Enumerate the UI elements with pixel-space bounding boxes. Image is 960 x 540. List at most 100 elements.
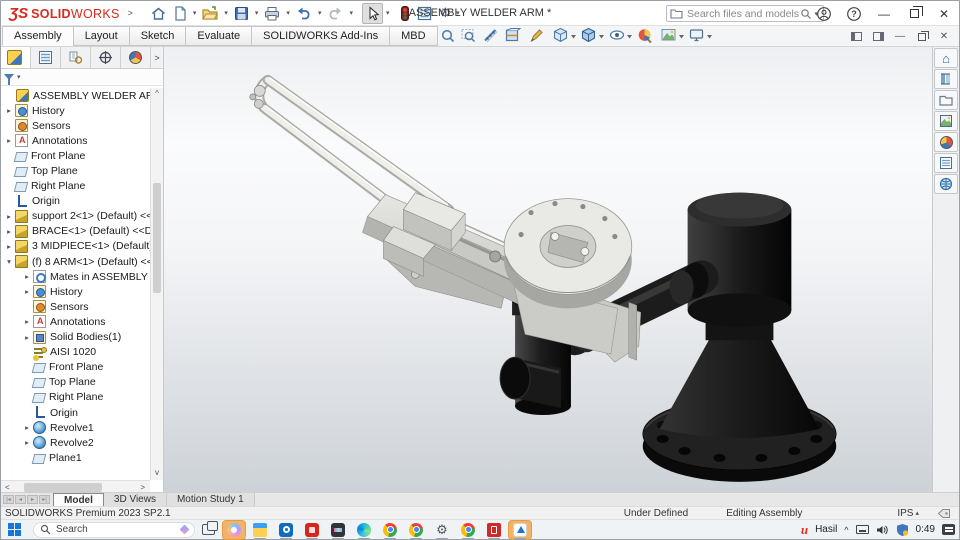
apply-scene-caret-icon[interactable]: [679, 35, 684, 39]
tray-app-logo-icon[interactable]: u: [801, 522, 808, 538]
zoom-to-fit-icon[interactable]: [441, 29, 455, 43]
taskbar-settings-button[interactable]: ⚙: [431, 521, 453, 540]
touch-keyboard-icon[interactable]: [855, 525, 869, 534]
print-button[interactable]: [261, 3, 283, 24]
collapse-right-panel-button[interactable]: [867, 27, 889, 47]
taskpane-design-library-button[interactable]: [934, 69, 958, 89]
scroll-down-icon[interactable]: v: [151, 468, 163, 480]
tab-evaluate[interactable]: Evaluate: [185, 26, 253, 46]
tree-item-right-plane-sub[interactable]: Right Plane: [1, 390, 150, 405]
tree-item-origin-sub[interactable]: Origin: [1, 405, 150, 420]
tree-item-solid-bodies[interactable]: ▸ Solid Bodies(1): [1, 330, 150, 345]
restore-button[interactable]: [899, 1, 929, 26]
hide-show-items-icon[interactable]: [609, 30, 625, 40]
taskpane-custom-properties-button[interactable]: [934, 153, 958, 173]
measure-icon[interactable]: [484, 29, 498, 43]
taskpane-file-explorer-button[interactable]: [934, 90, 958, 110]
tree-item-assembly-root[interactable]: ASSEMBLY WELDER ARM (Default): [1, 88, 150, 103]
doc-restore-button[interactable]: [911, 27, 933, 47]
taskbar-copilot-button[interactable]: [222, 519, 246, 540]
tab-scroll-buttons[interactable]: |◂ ◂ ▸ ▸|: [1, 493, 53, 506]
model-part-flange-disc[interactable]: [503, 198, 633, 309]
tree-item-front-plane[interactable]: Front Plane: [1, 148, 150, 163]
file-properties-button[interactable]: [414, 3, 435, 24]
hidden-icons-chevron-icon[interactable]: ^: [844, 525, 848, 535]
tab-sketch[interactable]: Sketch: [128, 26, 187, 46]
scroll-right-icon[interactable]: >: [140, 483, 145, 492]
tree-item-revolve2[interactable]: ▸ Revolve2: [1, 435, 150, 450]
taskbar-chrome-button[interactable]: [379, 521, 401, 540]
tab-featuremanager-tree[interactable]: [1, 47, 31, 68]
filter-caret-icon[interactable]: ▾: [17, 73, 21, 81]
print-caret-icon[interactable]: ▾: [286, 9, 290, 17]
vertical-scroll-thumb[interactable]: [153, 183, 161, 293]
close-button[interactable]: ✕: [929, 1, 959, 26]
tree-item-mates[interactable]: ▸ Mates in ASSEMBLY WELD: [1, 269, 150, 284]
undo-button[interactable]: [293, 3, 315, 24]
horizontal-scroll-thumb[interactable]: [23, 482, 102, 492]
start-button[interactable]: [3, 521, 25, 539]
expand-arrow-icon[interactable]: ▸: [4, 136, 14, 145]
tab-mbd[interactable]: MBD: [389, 26, 438, 46]
doc-minimize-button[interactable]: —: [889, 27, 911, 47]
tree-vertical-scrollbar[interactable]: ^ v: [150, 88, 163, 480]
section-view-icon[interactable]: [505, 28, 522, 42]
expand-arrow-icon[interactable]: ▸: [4, 212, 14, 221]
menu-expand-icon[interactable]: >: [128, 8, 133, 18]
tag-icon[interactable]: [937, 508, 951, 519]
expand-arrow-icon[interactable]: ▸: [4, 106, 14, 115]
view-orientation-caret-icon[interactable]: [571, 35, 576, 39]
view-toolbar-icons[interactable]: [438, 27, 730, 46]
units-caret-icon[interactable]: ▴: [915, 509, 919, 517]
account-button[interactable]: [809, 1, 839, 26]
open-button[interactable]: [199, 3, 221, 24]
scroll-up-icon[interactable]: ^: [151, 88, 163, 100]
undo-caret-icon[interactable]: ▾: [318, 9, 322, 17]
tab-propertymanager[interactable]: [31, 47, 61, 68]
expand-arrow-icon[interactable]: ▾: [4, 257, 14, 266]
units-selector[interactable]: IPS: [897, 508, 913, 519]
dynamic-annotation-icon[interactable]: [530, 29, 543, 43]
new-document-button[interactable]: [171, 3, 190, 24]
minimize-button[interactable]: —: [869, 1, 899, 26]
expand-arrow-icon[interactable]: ▸: [4, 242, 14, 251]
speaker-icon[interactable]: [876, 524, 889, 536]
task-view-button[interactable]: [197, 521, 219, 539]
tree-item-3-midpiece[interactable]: ▸ 3 MIDPIECE<1> (Default) <<D: [1, 239, 150, 254]
taskpane-home-button[interactable]: ⌂: [934, 48, 958, 68]
new-document-caret-icon[interactable]: ▾: [193, 9, 197, 17]
edit-appearance-icon[interactable]: [638, 29, 652, 44]
notification-center-icon[interactable]: [942, 524, 955, 535]
expand-arrow-icon[interactable]: ▸: [4, 227, 14, 236]
rebuild-traffic-light-icon[interactable]: [398, 3, 412, 24]
tab-solidworks-add-ins[interactable]: SOLIDWORKS Add-Ins: [251, 26, 391, 46]
taskbar-chrome-profile3-button[interactable]: [457, 521, 479, 540]
expand-arrow-icon[interactable]: ▸: [22, 317, 32, 326]
redo-caret-icon[interactable]: ▾: [349, 9, 353, 17]
tree-item-sensors[interactable]: Sensors: [1, 118, 150, 133]
help-button[interactable]: ?: [839, 1, 869, 26]
tab-model[interactable]: Model: [53, 493, 104, 506]
scroll-left-icon[interactable]: <: [5, 483, 10, 492]
graphics-viewport[interactable]: [164, 47, 932, 493]
tree-item-top-plane-sub[interactable]: Top Plane: [1, 375, 150, 390]
tray-label[interactable]: Hasil: [815, 524, 837, 535]
display-style-icon[interactable]: [581, 27, 596, 43]
tree-item-annotations-sub[interactable]: ▸ Annotations: [1, 314, 150, 329]
zoom-to-area-icon[interactable]: [461, 29, 476, 43]
tab-dimxpertmanager[interactable]: [91, 47, 121, 68]
select-tool-caret-icon[interactable]: ▾: [386, 9, 390, 17]
taskbar-outlook-button[interactable]: [275, 521, 297, 540]
security-shield-icon[interactable]: [896, 523, 909, 536]
tree-item-material[interactable]: AISI 1020: [1, 345, 150, 360]
open-caret-icon[interactable]: ▾: [224, 9, 228, 17]
options-gear-button[interactable]: ⚙: [437, 3, 453, 24]
tree-item-sensors-sub[interactable]: Sensors: [1, 299, 150, 314]
tree-item-right-plane[interactable]: Right Plane: [1, 179, 150, 194]
options-caret-icon[interactable]: ▾: [456, 9, 460, 17]
welder-arm-3d-model[interactable]: [164, 47, 932, 494]
view-orientation-icon[interactable]: [553, 27, 568, 43]
expand-arrow-icon[interactable]: ▸: [22, 272, 32, 281]
tree-item-brace[interactable]: ▸ BRACE<1> (Default) <<Defaul: [1, 224, 150, 239]
home-button[interactable]: [148, 3, 169, 24]
